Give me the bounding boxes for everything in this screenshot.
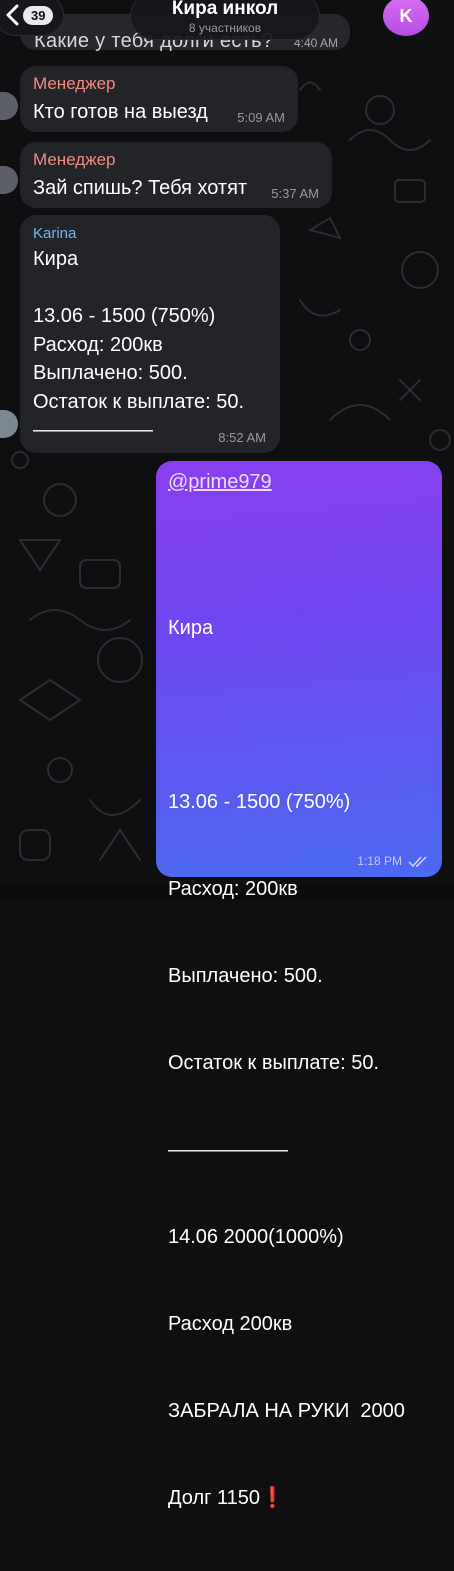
message-time: 8:52 AM xyxy=(218,430,266,445)
message-line: Выплачено: 500. xyxy=(168,965,323,987)
message-time: 5:37 AM xyxy=(271,186,319,201)
avatar-letter: K xyxy=(399,5,413,26)
message-bubble[interactable]: Karina Кира 13.06 - 1500 (750%) Расход: … xyxy=(20,215,280,453)
message-line: ЗАБРАЛА НА РУКИ 2000 xyxy=(168,1400,405,1422)
outgoing-message-bubble[interactable]: @prime979 Кира 13.06 - 1500 (750%) Расхо… xyxy=(156,461,442,1509)
back-button[interactable]: 39 xyxy=(0,0,64,36)
message-line: 13.06 - 1500 (750%) xyxy=(168,791,351,813)
message-line: Остаток к выплате: 50. xyxy=(168,1052,380,1074)
message-line: 13.06 - 1500 (750%) xyxy=(33,305,216,327)
message-line: Выплачено: 500. xyxy=(33,362,188,384)
message-line: Долг 1150 xyxy=(168,1487,260,1509)
message-time: 5:09 AM xyxy=(237,110,285,125)
message-time: 1:18 PM xyxy=(357,854,402,868)
message-line: Расход 200кв xyxy=(168,1313,293,1335)
message-text: Зай спишь? Тебя хотят xyxy=(33,177,248,199)
chat-avatar[interactable]: K xyxy=(383,0,429,36)
message-line: —————— xyxy=(168,1139,288,1161)
message-line xyxy=(168,701,405,730)
message-line xyxy=(33,274,244,303)
sender-name[interactable]: Менеджер xyxy=(33,74,115,94)
message-line: 14.06 2000(1000%) xyxy=(168,1226,344,1248)
chat-member-count: 8 участников xyxy=(188,21,262,35)
exclamation-mark-emoji: ❗ xyxy=(259,1487,285,1509)
unread-count-badge: 39 xyxy=(23,5,54,25)
chevron-left-icon xyxy=(6,4,19,26)
mention-link[interactable]: @prime979 xyxy=(168,471,272,494)
message-line: Кира xyxy=(33,248,79,270)
message-line: Остаток к выплате: 50. xyxy=(33,390,245,413)
message-bubble[interactable]: Менеджер Кто готов на выезд 5:09 AM xyxy=(20,66,298,132)
message-line: Кира xyxy=(168,617,214,639)
chat-title: Кира инкол xyxy=(171,0,279,19)
sender-name[interactable]: Karina xyxy=(33,224,76,244)
sender-name[interactable]: Менеджер xyxy=(33,150,115,170)
message-text: Кто готов на выезд xyxy=(33,101,208,123)
chat-title-area[interactable]: Кира инкол 8 участников xyxy=(130,0,320,40)
chat-header: 39 Кира инкол 8 участников K xyxy=(0,0,454,44)
read-double-check-icon xyxy=(408,856,427,867)
message-bubble[interactable]: Менеджер Зай спишь? Тебя хотят 5:37 AM xyxy=(20,142,332,208)
message-line: —————— xyxy=(33,419,153,441)
message-line: Расход: 200кв xyxy=(33,333,163,356)
